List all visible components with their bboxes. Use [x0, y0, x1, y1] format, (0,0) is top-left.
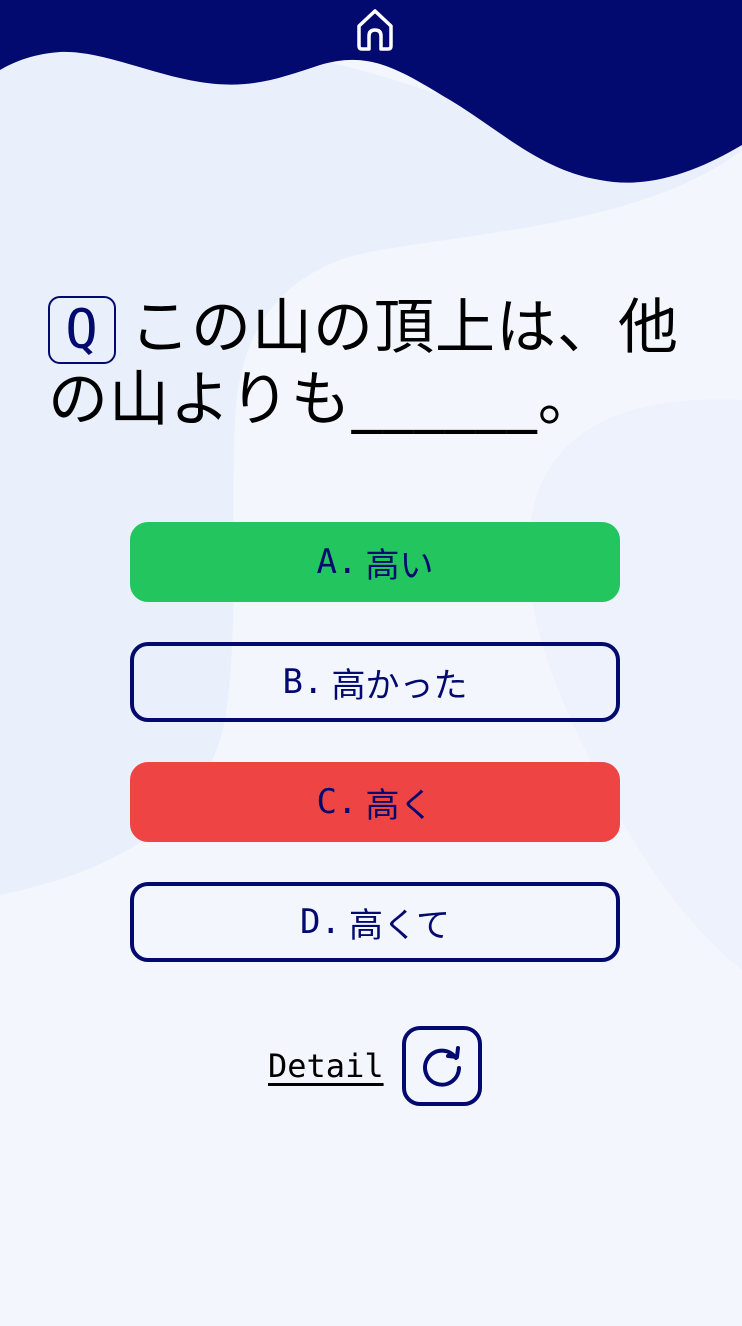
quiz-page: Q この山の頂上は、他の山よりも______。 A. 高い B. 高かった C. … — [0, 0, 742, 1326]
option-text: 高く — [365, 785, 434, 826]
option-text: 高かった — [331, 665, 468, 706]
option-letter: B. — [282, 662, 324, 702]
option-b-button[interactable]: B. 高かった — [130, 642, 620, 722]
question-text: この山の頂上は、他の山よりも______。 — [48, 293, 679, 435]
detail-link[interactable]: Detail — [268, 1047, 384, 1085]
question: Q この山の頂上は、他の山よりも______。 — [48, 292, 698, 436]
quiz-footer: Detail — [268, 1026, 482, 1106]
option-c-button[interactable]: C. 高く — [130, 762, 620, 842]
option-a-button[interactable]: A. 高い — [130, 522, 620, 602]
option-text: 高くて — [348, 905, 450, 946]
home-icon — [357, 9, 393, 51]
question-badge: Q — [48, 296, 116, 364]
option-letter: A. — [316, 542, 358, 582]
option-text: 高い — [365, 545, 434, 586]
option-d-button[interactable]: D. 高くて — [130, 882, 620, 962]
option-letter: D. — [300, 902, 341, 942]
answer-options: A. 高い B. 高かった C. 高く D. 高くて — [130, 522, 620, 1002]
refresh-icon — [422, 1046, 461, 1087]
retry-button[interactable] — [401, 1026, 482, 1106]
home-button[interactable] — [350, 4, 400, 54]
option-letter: C. — [316, 782, 358, 822]
